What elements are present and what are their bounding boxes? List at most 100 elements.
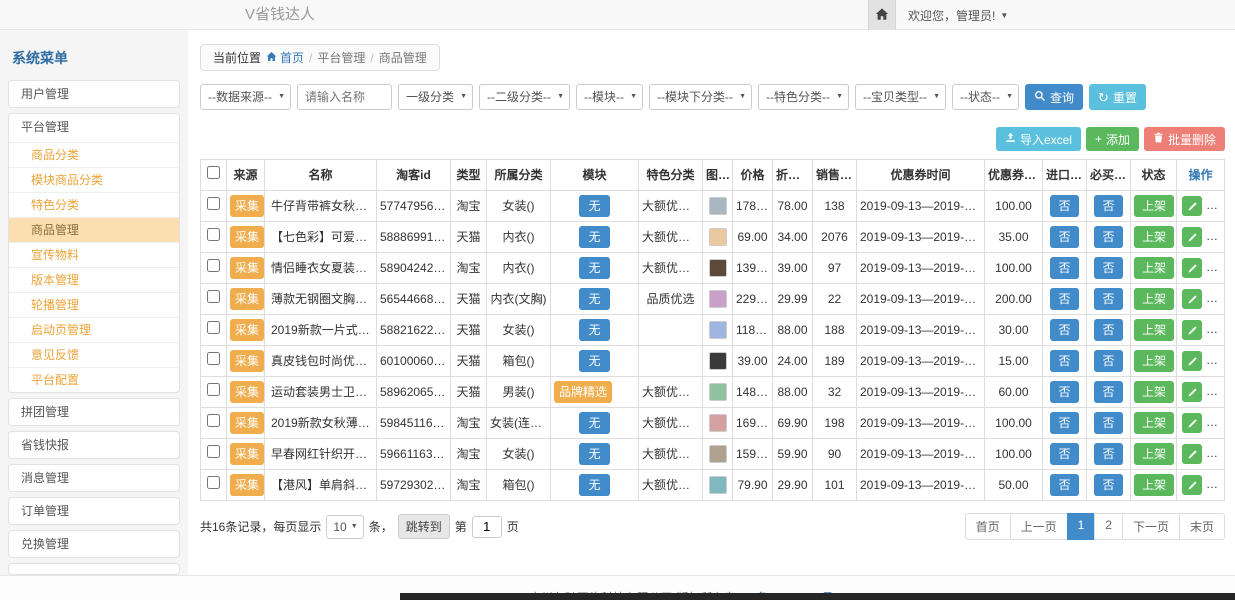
filter-select[interactable]: --数据来源-- [200,84,291,110]
import-select-toggle[interactable]: 否 [1050,319,1078,341]
status-badge[interactable]: 上架 [1134,319,1174,341]
status-badge[interactable]: 上架 [1134,412,1174,434]
sidebar-item-clipped[interactable] [8,563,180,575]
pager-item[interactable]: 1 [1067,513,1096,540]
status-badge[interactable]: 上架 [1134,288,1174,310]
row-checkbox[interactable] [207,321,220,334]
jump-button[interactable]: 跳转到 [398,514,450,539]
per-page-select[interactable]: 10 [326,515,363,539]
row-checkbox[interactable] [207,290,220,303]
edit-button[interactable] [1182,413,1202,433]
sidebar-item[interactable]: 平台管理 [9,114,179,142]
row-checkbox[interactable] [207,383,220,396]
edit-button[interactable] [1182,289,1202,309]
must-buy-toggle[interactable]: 否 [1094,319,1122,341]
sidebar-subitem[interactable]: 商品管理 [9,217,179,242]
must-buy-toggle[interactable]: 否 [1094,288,1122,310]
import-select-toggle[interactable]: 否 [1050,288,1078,310]
sales-count: 22 [813,284,857,315]
filter-select[interactable]: --二级分类-- [479,84,570,110]
status-badge[interactable]: 上架 [1134,443,1174,465]
must-buy-toggle[interactable]: 否 [1094,195,1122,217]
edit-button[interactable] [1182,320,1202,340]
must-buy-toggle[interactable]: 否 [1094,412,1122,434]
import-excel-button[interactable]: 导入excel [996,127,1081,151]
select-all-checkbox[interactable] [207,166,220,179]
filter-select[interactable]: --状态-- [952,84,1019,110]
row-checkbox[interactable] [207,228,220,241]
import-select-toggle[interactable]: 否 [1050,350,1078,372]
status-badge[interactable]: 上架 [1134,195,1174,217]
edit-button[interactable] [1182,351,1202,371]
row-checkbox[interactable] [207,352,220,365]
status-badge[interactable]: 上架 [1134,226,1174,248]
edit-button[interactable] [1182,227,1202,247]
row-checkbox[interactable] [207,197,220,210]
sidebar-subitem[interactable]: 轮播管理 [9,292,179,317]
module-cell: 无 [551,346,639,377]
edit-button[interactable] [1182,475,1202,495]
name-search-input[interactable] [297,84,392,110]
row-checkbox[interactable] [207,259,220,272]
home-button[interactable] [868,0,896,30]
edit-button[interactable] [1182,382,1202,402]
row-checkbox[interactable] [207,445,220,458]
row-checkbox[interactable] [207,476,220,489]
reset-button[interactable]: ↻ 重置 [1089,84,1146,110]
sidebar-item[interactable]: 消息管理 [8,464,180,492]
import-select-toggle[interactable]: 否 [1050,443,1078,465]
status-badge[interactable]: 上架 [1134,474,1174,496]
sidebar-subitem[interactable]: 意见反馈 [9,342,179,367]
import-select-toggle[interactable]: 否 [1050,257,1078,279]
must-buy-toggle[interactable]: 否 [1094,443,1122,465]
filter-select[interactable]: --模块-- [576,84,643,110]
sidebar-item[interactable]: 订单管理 [8,497,180,525]
must-buy-toggle[interactable]: 否 [1094,350,1122,372]
filter-select[interactable]: --特色分类-- [758,84,849,110]
must-buy-toggle[interactable]: 否 [1094,226,1122,248]
search-button[interactable]: 查询 [1025,84,1083,110]
import-select-toggle[interactable]: 否 [1050,195,1078,217]
import-select-toggle[interactable]: 否 [1050,412,1078,434]
pager-item[interactable]: 末页 [1179,513,1225,540]
pager-item[interactable]: 首页 [965,513,1011,540]
batch-delete-button[interactable]: 批量删除 [1144,127,1225,151]
sidebar-item[interactable]: 用户管理 [8,80,180,108]
must-buy-toggle[interactable]: 否 [1094,257,1122,279]
import-select-toggle[interactable]: 否 [1050,381,1078,403]
status-badge[interactable]: 上架 [1134,381,1174,403]
sidebar-subitem[interactable]: 宣传物料 [9,242,179,267]
sidebar-item[interactable]: 拼团管理 [8,398,180,426]
must-buy-toggle[interactable]: 否 [1094,474,1122,496]
import-select-toggle[interactable]: 否 [1050,474,1078,496]
edit-button[interactable] [1182,444,1202,464]
must-buy-toggle[interactable]: 否 [1094,381,1122,403]
page-number-input[interactable] [472,516,502,538]
pager-item[interactable]: 上一页 [1010,513,1068,540]
breadcrumb-home-link[interactable]: 首页 [266,49,304,66]
pager-item[interactable]: 2 [1094,513,1123,540]
sidebar-subitem[interactable]: 平台配置 [9,367,179,392]
filter-select[interactable]: 一级分类 [398,84,473,110]
row-checkbox[interactable] [207,414,220,427]
price: 169.90 [733,408,773,439]
user-menu[interactable]: 欢迎您，管理员! ▼ [908,7,1008,24]
sidebar-item[interactable]: 兑换管理 [8,530,180,558]
add-button[interactable]: + 添加 [1086,127,1139,151]
edit-button[interactable] [1182,258,1202,278]
pager-item[interactable]: 下一页 [1122,513,1180,540]
status-badge[interactable]: 上架 [1134,350,1174,372]
sales-count: 90 [813,439,857,470]
actions-cell [1177,315,1225,346]
sidebar-subitem[interactable]: 商品分类 [9,142,179,167]
filter-select[interactable]: --宝贝类型-- [855,84,946,110]
filter-select[interactable]: --模块下分类-- [649,84,752,110]
sidebar-subitem[interactable]: 模块商品分类 [9,167,179,192]
status-badge[interactable]: 上架 [1134,257,1174,279]
edit-button[interactable] [1182,196,1202,216]
sidebar-subitem[interactable]: 启动页管理 [9,317,179,342]
sidebar-item[interactable]: 省钱快报 [8,431,180,459]
sidebar-subitem[interactable]: 版本管理 [9,267,179,292]
sidebar-subitem[interactable]: 特色分类 [9,192,179,217]
import-select-toggle[interactable]: 否 [1050,226,1078,248]
